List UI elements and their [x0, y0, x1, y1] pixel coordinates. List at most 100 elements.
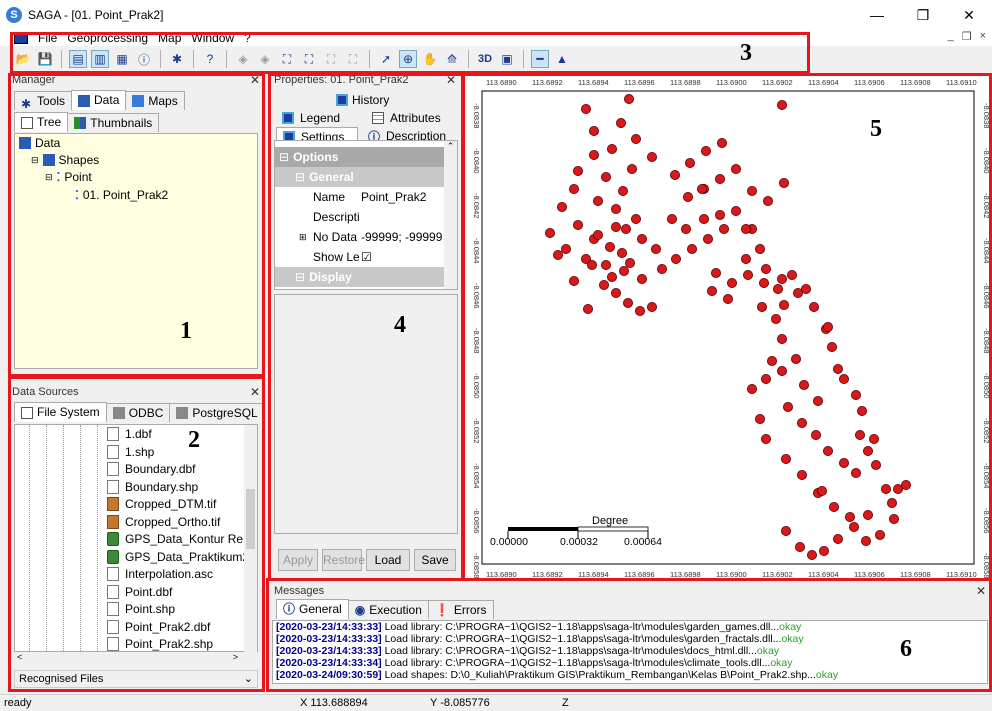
menu-help[interactable]: ? — [244, 31, 251, 45]
zoom-forward-icon[interactable]: ◈ — [256, 50, 274, 68]
close-icon[interactable]: ✕ — [250, 73, 260, 87]
apply-button[interactable]: Apply — [278, 549, 318, 571]
file-list-item[interactable]: 1.shp — [107, 444, 154, 459]
property-row[interactable]: Show Le ☑ — [275, 247, 445, 267]
property-value[interactable]: -99999; -99999 — [361, 230, 442, 244]
file-list-vscroll[interactable] — [244, 425, 257, 653]
tools-icon[interactable]: ✱ — [168, 50, 186, 68]
measure-icon[interactable]: ⟰ — [443, 50, 461, 68]
mdi-restore-button[interactable]: ❐ — [962, 30, 972, 43]
zoom-selection-icon[interactable]: ⛶ — [322, 50, 340, 68]
scroll-right-icon[interactable]: > — [233, 652, 238, 662]
tab-attributes[interactable]: Attributes — [372, 110, 458, 126]
property-value[interactable]: Point_Prak2 — [361, 190, 426, 204]
section-options[interactable]: ⊟ Options — [275, 147, 445, 167]
file-list-item[interactable]: Cropped_DTM.tif — [107, 497, 216, 511]
tree-node-shapes[interactable]: ⊟ Shapes — [31, 153, 99, 167]
mdi-close-button[interactable]: × — [980, 30, 986, 43]
file-list-item[interactable]: Point_Prak2.dbf — [107, 619, 210, 634]
3d-view-icon[interactable]: 3D — [476, 50, 494, 68]
tree-node-point[interactable]: ⊟ ⁚ Point — [45, 170, 92, 184]
file-list-item[interactable]: Boundary.shp — [107, 479, 198, 494]
file-list-item[interactable]: Boundary.dbf — [107, 462, 196, 476]
mdi-minimize-button[interactable]: _ — [948, 30, 954, 43]
north-arrow-icon[interactable]: ▲ — [553, 50, 571, 68]
tab-execution[interactable]: ◉ Execution — [347, 600, 429, 619]
save-button[interactable]: Save — [414, 549, 456, 571]
expand-icon[interactable]: ⊞ — [299, 232, 307, 243]
maximize-button[interactable]: ❐ — [900, 0, 946, 30]
close-icon[interactable]: ✕ — [250, 385, 260, 399]
tab-data[interactable]: Data — [71, 90, 127, 110]
menu-geoprocessing[interactable]: Geoprocessing — [67, 31, 148, 45]
section-display[interactable]: ⊟ Display — [275, 267, 445, 287]
property-row[interactable]: ⊞ No Data -99999; -99999 — [275, 227, 445, 247]
map-point — [856, 405, 867, 416]
close-window-button[interactable]: ✕ — [946, 0, 992, 30]
section-general[interactable]: ⊟ General — [275, 167, 445, 187]
checkbox[interactable]: ☑ — [361, 250, 372, 264]
scrollbar-thumb[interactable] — [246, 489, 255, 549]
scalebar-toggle-icon[interactable]: ━ — [531, 50, 549, 68]
pan-hand-icon[interactable]: ✋ — [421, 50, 439, 68]
menu-map[interactable]: Map — [158, 31, 181, 45]
property-row[interactable]: Name Point_Prak2 — [275, 187, 445, 207]
tree-node-data[interactable]: Data — [19, 136, 60, 150]
file-list-item[interactable]: GPS_Data_Kontur Rem — [107, 532, 253, 546]
help-icon[interactable]: ? — [201, 50, 219, 68]
tab-file-system[interactable]: File System — [14, 402, 107, 422]
map-point — [650, 243, 661, 254]
file-list-item[interactable]: Cropped_Ortho.tif — [107, 514, 220, 529]
tab-tools[interactable]: ✱ Tools — [14, 91, 73, 111]
menu-window[interactable]: Window — [191, 31, 234, 45]
map-view[interactable]: 113.6890 113.6890 113.6892 113.6892 113.6894… — [466, 75, 991, 580]
collapse-icon[interactable]: ⊟ — [45, 172, 53, 183]
tab-errors[interactable]: ❗ Errors — [427, 600, 494, 619]
property-grid-vscroll[interactable]: ⌃ — [444, 141, 457, 289]
info-icon[interactable]: ⓘ — [135, 50, 153, 68]
layout-icon[interactable]: ▣ — [498, 50, 516, 68]
zoom-back-icon[interactable]: ◈ — [234, 50, 252, 68]
zoom-full-icon[interactable]: ⛶ — [278, 50, 296, 68]
minimize-button[interactable]: — — [854, 0, 900, 30]
tree-node-point-prak2[interactable]: ⁚ 01. Point_Prak2 — [75, 188, 168, 202]
menu-file[interactable]: File — [38, 31, 57, 45]
x-tick-label: 113.6908 — [900, 570, 931, 579]
tab-tree[interactable]: Tree — [14, 112, 69, 132]
file-list-item[interactable]: 1.dbf — [107, 427, 152, 441]
tab-general[interactable]: ⓘ General — [276, 599, 349, 619]
tab-maps[interactable]: Maps — [125, 91, 185, 110]
scroll-left-icon[interactable]: < — [17, 652, 22, 662]
file-list-item[interactable]: GPS_Data_Praktikum2 — [107, 549, 249, 564]
file-list-item[interactable]: Point_Prak2.shp — [107, 637, 213, 651]
properties-toggle-icon[interactable]: ▥ — [91, 50, 109, 68]
tab-legend[interactable]: Legend — [282, 110, 362, 126]
tab-postgresql[interactable]: PostgreSQL — [169, 403, 265, 422]
select-arrow-icon[interactable]: ➚ — [377, 50, 395, 68]
collapse-icon[interactable]: ⊟ — [31, 155, 39, 166]
save-icon[interactable]: 💾 — [36, 50, 54, 68]
map-canvas[interactable]: 113.6890 113.6890 113.6892 113.6892 113.6894… — [466, 75, 991, 580]
manager-toggle-icon[interactable]: ▤ — [69, 50, 87, 68]
file-filter-select[interactable]: Recognised Files ⌄ — [14, 670, 258, 688]
property-row[interactable]: Descripti — [275, 207, 445, 227]
zoom-layer-icon[interactable]: ⛶ — [300, 50, 318, 68]
close-icon[interactable]: ✕ — [976, 584, 986, 598]
mdi-window-icon[interactable] — [14, 32, 28, 44]
file-list-item[interactable]: Point.dbf — [107, 584, 172, 599]
file-list-item[interactable]: Interpolation.asc — [107, 567, 213, 581]
tab-thumbnails[interactable]: Thumbnails — [67, 113, 160, 132]
load-button[interactable]: Load — [366, 549, 410, 571]
file-list-hscroll[interactable]: < > — [14, 652, 258, 664]
scroll-up-icon[interactable]: ⌃ — [447, 141, 455, 151]
file-list-item[interactable]: Point.shp — [107, 602, 175, 616]
restore-button[interactable]: Restore — [322, 549, 365, 571]
open-folder-icon[interactable]: 📂 — [14, 50, 32, 68]
data-sources-icon[interactable]: ▦ — [113, 50, 131, 68]
zoom-tool-icon[interactable]: ⊕ — [399, 50, 417, 68]
close-icon[interactable]: ✕ — [446, 73, 456, 87]
tab-odbc[interactable]: ODBC — [105, 403, 171, 422]
tab-history[interactable]: History — [336, 92, 416, 108]
zoom-extent-icon[interactable]: ⛶ — [344, 50, 362, 68]
map-point — [569, 275, 580, 286]
